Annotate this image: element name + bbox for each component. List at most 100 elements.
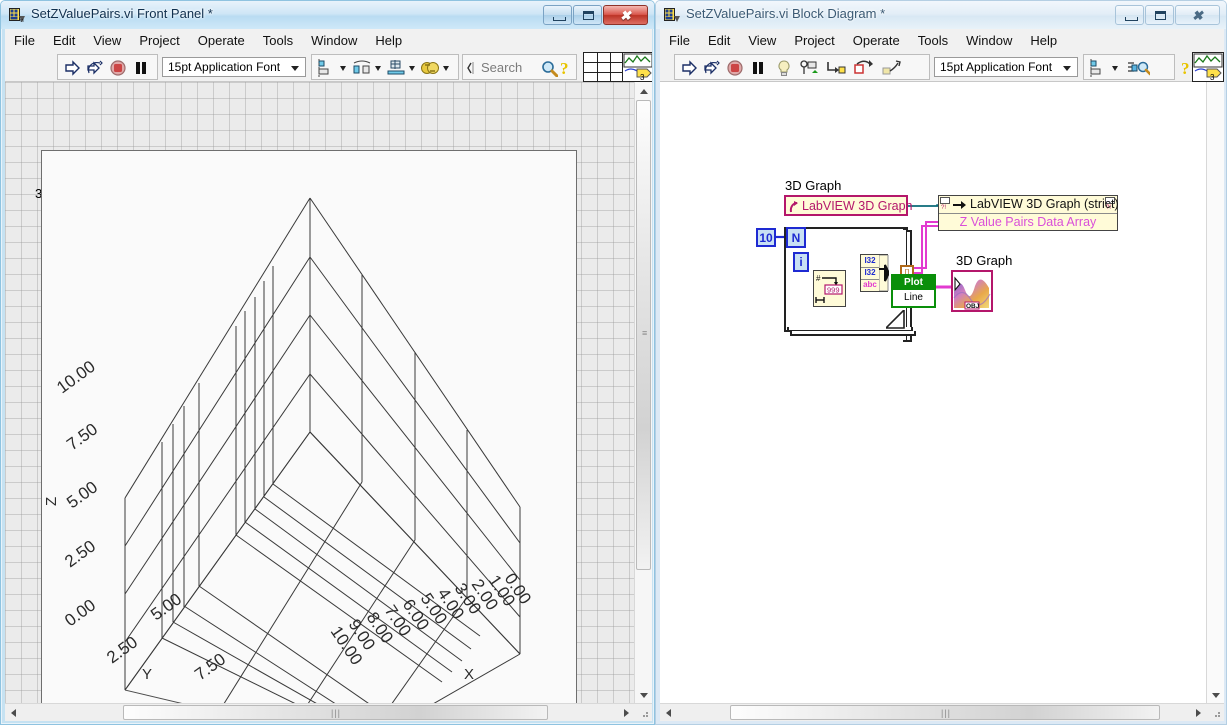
numeric-function-glyph: # 999 — [815, 274, 843, 303]
connector-pane[interactable] — [583, 52, 623, 82]
bd-vscrollbar[interactable] — [1206, 82, 1224, 704]
reorder-chevron-icon[interactable] — [443, 66, 449, 71]
loop-count-terminal[interactable]: N — [786, 227, 806, 248]
reorder-icon[interactable] — [420, 59, 440, 77]
bd-scroll-left-button[interactable] — [660, 704, 677, 721]
front-panel-vscrollbar[interactable]: ≡ — [634, 82, 652, 704]
front-panel-hscroll-thumb[interactable]: ||| — [123, 705, 548, 720]
menu-edit[interactable]: Edit — [44, 29, 84, 52]
bd-align-chevron-icon[interactable] — [1112, 66, 1118, 71]
plot-enum-control[interactable]: Plot Line — [891, 274, 936, 308]
retain-wire-values-icon[interactable] — [799, 59, 819, 77]
menu-window[interactable]: Window — [302, 29, 366, 52]
maximize-button[interactable] — [573, 5, 602, 25]
svg-text:999: 999 — [827, 286, 840, 295]
three-d-graph-indicator-terminal[interactable]: OBJ — [951, 270, 993, 312]
menu-operate[interactable]: Operate — [189, 29, 254, 52]
bd-scroll-down-button[interactable] — [1207, 687, 1224, 704]
menu-view[interactable]: View — [84, 29, 130, 52]
bd-menu-view[interactable]: View — [739, 29, 785, 52]
magnifier-icon[interactable] — [541, 60, 558, 77]
bd-hscroll-thumb[interactable]: ||| — [730, 705, 1160, 720]
bd-pause-icon[interactable] — [750, 59, 766, 77]
for-loop-corner-fold — [886, 310, 905, 329]
menu-file[interactable]: File — [5, 29, 44, 52]
numeric-function-node[interactable]: # 999 — [813, 270, 846, 307]
bd-run-arrow-icon[interactable] — [681, 59, 699, 77]
bd-run-continuously-icon[interactable] — [703, 59, 721, 77]
three-d-graph-control[interactable]: 10.00 7.50 5.00 2.50 0.00 Z 2.50 5.00 7.… — [41, 150, 577, 721]
close-button[interactable]: ✖ — [603, 5, 648, 25]
bd-resize-grip[interactable] — [1207, 704, 1224, 721]
loop-count-constant[interactable]: 10 — [756, 228, 776, 247]
svg-text:vi: vi — [20, 18, 24, 23]
scroll-up-button[interactable] — [635, 82, 652, 99]
context-help-icon[interactable]: ? — [558, 58, 576, 78]
bd-menu-project[interactable]: Project — [785, 29, 843, 52]
wires-layer — [774, 204, 952, 292]
scroll-left-button[interactable] — [5, 704, 22, 721]
bd-font-selector-label: 15pt Application Font — [940, 60, 1053, 74]
front-panel-toolbar: 15pt Application Font Search ? 3 — [5, 52, 652, 82]
property-node-link-icon — [953, 201, 966, 209]
front-panel-inner: File Edit View Project Operate Tools Window Hel… — [5, 29, 652, 721]
font-selector[interactable]: 15pt Application Font — [162, 57, 306, 77]
bd-menu-window[interactable]: Window — [957, 29, 1021, 52]
distribute-objects-icon[interactable] — [352, 59, 372, 77]
menu-project[interactable]: Project — [130, 29, 188, 52]
bd-menu-help[interactable]: Help — [1021, 29, 1066, 52]
front-panel-vscroll-thumb[interactable]: ≡ — [636, 100, 651, 570]
abort-execution-icon[interactable] — [109, 59, 127, 77]
bundle-node[interactable]: I32 I32 abc — [860, 254, 889, 292]
property-node-property[interactable]: Z Value Pairs Data Array — [939, 214, 1117, 231]
bd-hscrollbar[interactable]: ||| — [660, 703, 1224, 721]
block-diagram-titlebar: SetZValuePairs.vi Block Diagram * ✖ — [656, 1, 1226, 29]
vi-icon[interactable]: 3 — [622, 52, 652, 82]
align-objects-icon[interactable] — [317, 59, 337, 77]
maximize-button-bd[interactable] — [1145, 5, 1174, 25]
minimize-button[interactable] — [543, 5, 572, 25]
lightbulb-icon[interactable] — [775, 59, 793, 77]
resize-objects-chevron-icon[interactable] — [409, 66, 415, 71]
close-button-bd[interactable]: ✖ — [1175, 5, 1220, 25]
menu-help[interactable]: Help — [366, 29, 411, 52]
step-out-icon[interactable] — [881, 59, 903, 77]
bd-vi-icon[interactable]: 3 — [1192, 52, 1224, 82]
bd-font-selector[interactable]: 15pt Application Font — [934, 57, 1078, 77]
front-panel-menubar: File Edit View Project Operate Tools Window Hel… — [5, 29, 652, 54]
block-diagram-toolbar: 15pt Application Font ? 3 — [660, 52, 1224, 82]
block-diagram-canvas: 3D Graph LabVIEW 3D Graph ?! ?! LabVIEW … — [660, 82, 1224, 721]
step-into-icon[interactable] — [825, 59, 847, 77]
bd-align-objects-icon[interactable] — [1089, 59, 1109, 77]
align-objects-chevron-icon[interactable] — [340, 66, 346, 71]
bd-menu-operate[interactable]: Operate — [844, 29, 909, 52]
reference-control[interactable]: LabVIEW 3D Graph — [784, 195, 912, 216]
bd-menu-tools[interactable]: Tools — [909, 29, 957, 52]
svg-text:3: 3 — [640, 73, 645, 81]
bd-menu-file[interactable]: File — [660, 29, 699, 52]
clean-up-diagram-icon[interactable] — [1126, 59, 1150, 77]
minimize-button-bd[interactable] — [1115, 5, 1144, 25]
run-arrow-icon[interactable] — [64, 59, 82, 77]
scroll-right-button[interactable] — [618, 704, 635, 721]
step-over-icon[interactable] — [853, 59, 875, 77]
bundle-input-bottom: abc — [863, 280, 877, 289]
menu-tools[interactable]: Tools — [254, 29, 302, 52]
three-d-graph-indicator-glyph: OBJ — [953, 272, 991, 310]
property-node[interactable]: ?! ?! LabVIEW 3D Graph (strict) Z Value … — [938, 195, 1119, 231]
search-input[interactable]: Search — [477, 57, 537, 79]
bd-abort-execution-icon[interactable] — [726, 59, 744, 77]
bd-menu-edit[interactable]: Edit — [699, 29, 739, 52]
front-panel-hscrollbar[interactable]: ||| — [5, 703, 652, 721]
resize-grip[interactable] — [635, 704, 652, 721]
resize-objects-icon[interactable] — [386, 59, 406, 77]
search-expander-icon[interactable] — [465, 61, 475, 75]
scroll-down-button[interactable] — [635, 687, 652, 704]
distribute-objects-chevron-icon[interactable] — [375, 66, 381, 71]
pause-icon[interactable] — [133, 59, 149, 77]
run-continuously-icon[interactable] — [86, 59, 104, 77]
bd-scroll-right-button[interactable] — [1190, 704, 1207, 721]
loop-index-terminal[interactable]: i — [793, 252, 809, 272]
svg-text:3: 3 — [1210, 73, 1215, 81]
search-placeholder: Search — [481, 60, 523, 75]
